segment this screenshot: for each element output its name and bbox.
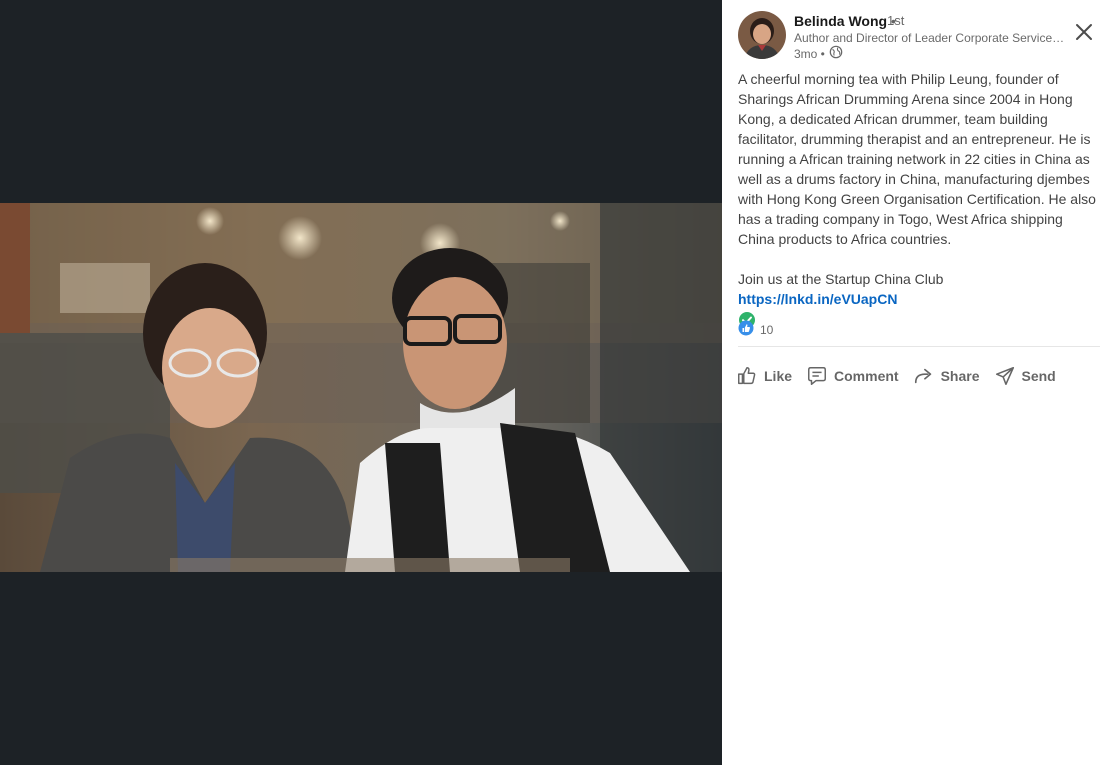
comment-button[interactable]: Comment [806, 362, 899, 390]
post-detail-panel: Belinda Wong • 1st Author and Director o… [722, 0, 1110, 765]
post-time: 3mo • [794, 46, 825, 61]
close-button[interactable] [1072, 20, 1096, 44]
post-meta: 3mo • [794, 45, 843, 62]
reaction-count: 10 [760, 322, 774, 337]
cta-link[interactable]: https://lnkd.in/eVUapCN [738, 291, 897, 307]
connection-degree: 1st [887, 13, 905, 28]
share-button[interactable]: Share [913, 362, 980, 390]
photo-viewer [0, 0, 722, 765]
send-label: Send [1021, 368, 1056, 384]
post-photo[interactable] [0, 203, 722, 572]
post-body: A cheerful morning tea with Philip Leung… [738, 69, 1102, 334]
reaction-summary[interactable]: 10 [738, 320, 773, 339]
thumbs-up-icon [738, 367, 756, 385]
divider [738, 346, 1100, 347]
send-button[interactable]: Send [994, 362, 1056, 390]
comment-label: Comment [834, 368, 899, 384]
post-description: A cheerful morning tea with Philip Leung… [738, 71, 1096, 247]
social-actions-bar: Like Comment Share Send [736, 362, 1056, 390]
author-headline: Author and Director of Leader Corporate … [794, 31, 1069, 45]
send-icon [995, 366, 1014, 386]
close-icon [1076, 24, 1092, 40]
author-avatar[interactable] [738, 11, 786, 59]
cta-text: Join us at the Startup China Club [738, 271, 944, 287]
share-arrow-icon [914, 368, 931, 384]
post-cta: Join us at the Startup China Club https:… [738, 269, 1102, 334]
like-button[interactable]: Like [736, 362, 792, 390]
share-label: Share [940, 368, 980, 384]
like-reaction-icon [738, 320, 754, 339]
like-label: Like [764, 368, 793, 384]
author-name[interactable]: Belinda Wong • [794, 13, 896, 29]
comment-icon [808, 367, 826, 385]
globe-icon [829, 45, 843, 62]
